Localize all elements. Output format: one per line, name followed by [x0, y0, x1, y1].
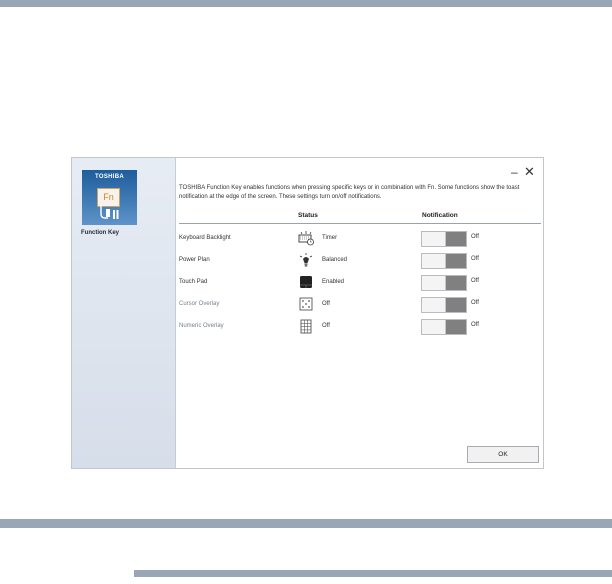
notification-state: Off	[471, 322, 479, 328]
close-button[interactable]: ✕	[524, 164, 535, 180]
notification-state: Off	[471, 234, 479, 240]
notification-state: Off	[471, 278, 479, 284]
status-column-header: Status	[298, 212, 318, 219]
header-divider	[179, 223, 541, 224]
status-value: Off	[322, 301, 330, 307]
notification-state: Off	[471, 256, 479, 262]
touchpad-icon	[300, 276, 312, 288]
notification-toggle[interactable]	[421, 231, 467, 247]
cursor-overlay-icon	[299, 297, 313, 311]
notification-column-header: Notification	[422, 212, 458, 219]
toggle-knob	[422, 232, 446, 246]
function-key-window: TOSHIBA Fn Function Key – ✕ TOSHIBA Func…	[71, 157, 544, 469]
status-value: Timer	[322, 235, 338, 241]
toggle-knob	[422, 320, 446, 334]
toggle-knob	[422, 298, 446, 312]
status-value: Off	[322, 323, 330, 329]
setting-label: Power Plan	[179, 257, 210, 263]
notification-state: Off	[471, 300, 479, 306]
toggle-knob	[422, 276, 446, 290]
keyboard-backlight-icon	[298, 231, 314, 246]
numeric-overlay-icon	[300, 319, 312, 334]
status-value: Balanced	[322, 257, 348, 263]
setting-row-touch-pad: Touch Pad Enabled Off	[176, 275, 543, 297]
setting-label: Keyboard Backlight	[179, 235, 231, 241]
power-plan-bulb-icon	[299, 253, 313, 267]
notification-toggle[interactable]	[421, 319, 467, 335]
side-panel: TOSHIBA Fn Function Key	[72, 158, 176, 468]
page-top-rule	[0, 0, 612, 7]
notification-toggle[interactable]	[421, 297, 467, 313]
page-divider-rule	[0, 519, 612, 528]
plug-icon	[100, 205, 119, 219]
function-key-app-icon: TOSHIBA Fn	[82, 170, 137, 225]
status-value: Enabled	[322, 279, 345, 285]
toggle-knob	[422, 254, 446, 268]
setting-row-keyboard-backlight: Keyboard Backlight Timer Off	[176, 231, 543, 253]
brand-logo: TOSHIBA	[95, 174, 124, 180]
setting-label: Numeric Overlay	[179, 323, 224, 329]
ok-button[interactable]: OK	[467, 446, 539, 463]
page-footer-rule	[134, 570, 612, 577]
notification-toggle[interactable]	[421, 253, 467, 269]
minimize-button[interactable]: –	[511, 165, 518, 179]
setting-row-numeric-overlay: Numeric Overlay Off Off	[176, 319, 543, 341]
notification-toggle[interactable]	[421, 275, 467, 291]
app-name: Function Key	[81, 230, 120, 236]
setting-row-power-plan: Power Plan Balanced Off	[176, 253, 543, 275]
description-text: TOSHIBA Function Key enables functions w…	[179, 185, 520, 200]
main-area: – ✕ TOSHIBA Function Key enables functio…	[176, 158, 543, 468]
setting-label: Cursor Overlay	[179, 301, 220, 307]
setting-label: Touch Pad	[179, 279, 208, 285]
setting-row-cursor-overlay: Cursor Overlay Off Off	[176, 297, 543, 319]
